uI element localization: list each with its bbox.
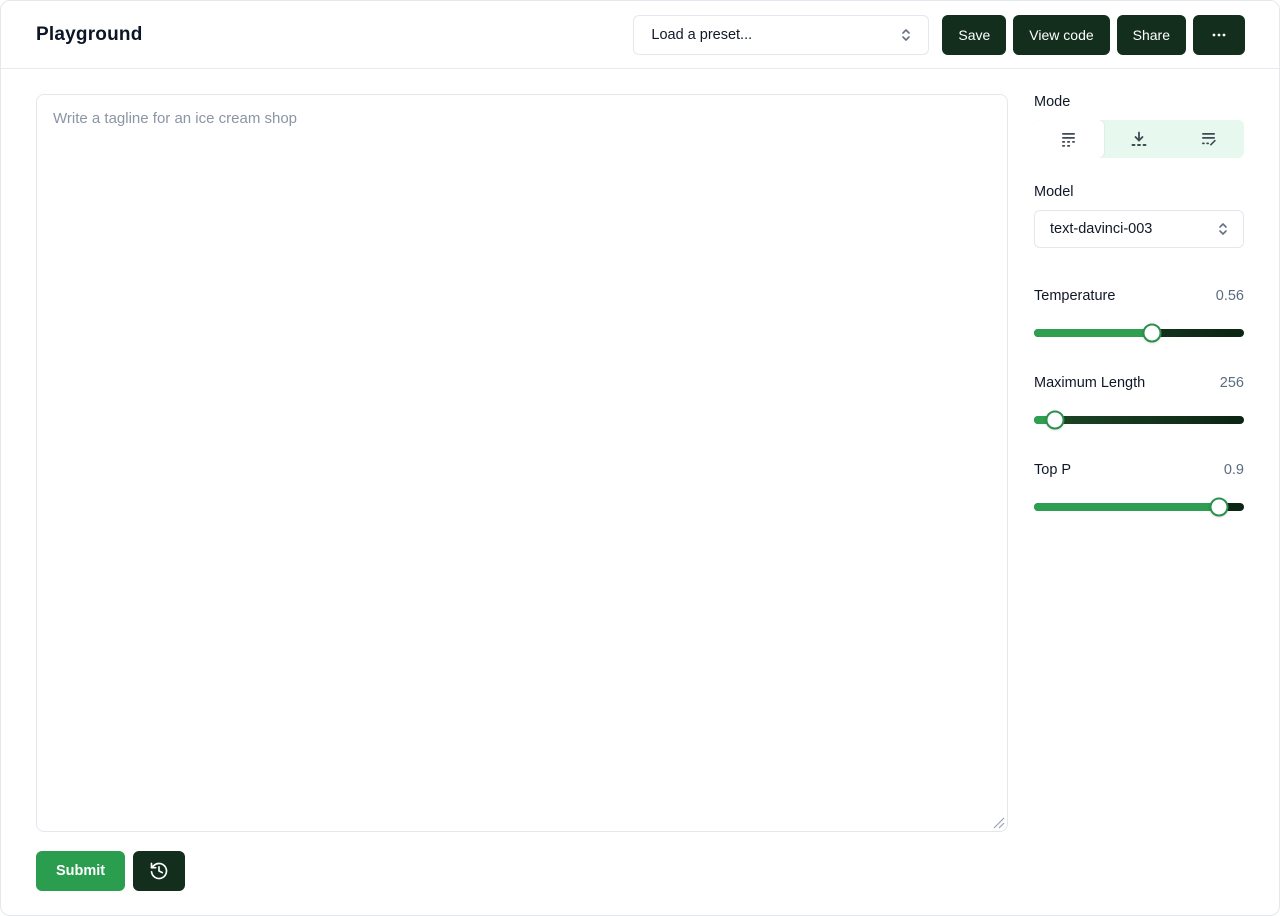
model-section: Model text-davinci-003: [1034, 184, 1244, 248]
top-p-label: Top P: [1034, 462, 1071, 478]
temperature-slider-thumb[interactable]: [1142, 323, 1161, 342]
more-options-button[interactable]: [1193, 15, 1245, 55]
editor-column: Submit: [36, 94, 1008, 891]
load-preset-value: Load a preset...: [651, 27, 752, 43]
model-select-value: text-davinci-003: [1050, 221, 1152, 237]
max-length-setting: Maximum Length 256: [1034, 375, 1244, 429]
slider-track: [1034, 416, 1244, 424]
editor-footer: Submit: [36, 851, 1008, 891]
load-preset-select[interactable]: Load a preset...: [633, 15, 929, 55]
header-controls: Load a preset... Save View code Share: [633, 15, 1245, 55]
max-length-value: 256: [1220, 375, 1244, 391]
history-button[interactable]: [133, 851, 185, 891]
history-icon: [149, 861, 169, 881]
submit-button[interactable]: Submit: [36, 851, 125, 891]
prompt-area: [36, 94, 1008, 832]
edit-mode-icon: [1200, 130, 1218, 148]
mode-insert-button[interactable]: [1104, 120, 1174, 158]
model-label: Model: [1034, 184, 1244, 200]
slider-fill: [1034, 329, 1152, 337]
page-title: Playground: [36, 24, 143, 46]
ellipsis-icon: [1210, 26, 1228, 44]
max-length-slider[interactable]: [1034, 410, 1244, 429]
prompt-textarea[interactable]: [36, 94, 1008, 832]
temperature-slider[interactable]: [1034, 323, 1244, 342]
model-select[interactable]: text-davinci-003: [1034, 210, 1244, 248]
complete-mode-icon: [1060, 130, 1078, 148]
temperature-label: Temperature: [1034, 288, 1115, 304]
max-length-label: Maximum Length: [1034, 375, 1145, 391]
max-length-slider-thumb[interactable]: [1046, 410, 1065, 429]
top-p-slider[interactable]: [1034, 497, 1244, 516]
playground-app: Playground Load a preset... Save View co…: [0, 0, 1280, 916]
temperature-value: 0.56: [1216, 288, 1244, 304]
mode-label: Mode: [1034, 94, 1244, 110]
top-p-slider-thumb[interactable]: [1209, 497, 1228, 516]
top-p-value: 0.9: [1224, 462, 1244, 478]
slider-fill: [1034, 503, 1219, 511]
mode-complete-button[interactable]: [1034, 120, 1104, 158]
chevron-up-down-icon: [898, 27, 914, 43]
settings-sidebar: Mode: [1034, 94, 1244, 891]
view-code-button[interactable]: View code: [1013, 15, 1109, 55]
top-p-setting: Top P 0.9: [1034, 462, 1244, 516]
mode-edit-button[interactable]: [1174, 120, 1244, 158]
header: Playground Load a preset... Save View co…: [1, 1, 1279, 69]
main-content: Submit Mode: [1, 69, 1279, 891]
save-button[interactable]: Save: [942, 15, 1006, 55]
share-button[interactable]: Share: [1117, 15, 1186, 55]
insert-mode-icon: [1130, 130, 1148, 148]
mode-toggle-group: [1034, 120, 1244, 158]
chevron-up-down-icon: [1215, 221, 1231, 237]
temperature-setting: Temperature 0.56: [1034, 288, 1244, 342]
